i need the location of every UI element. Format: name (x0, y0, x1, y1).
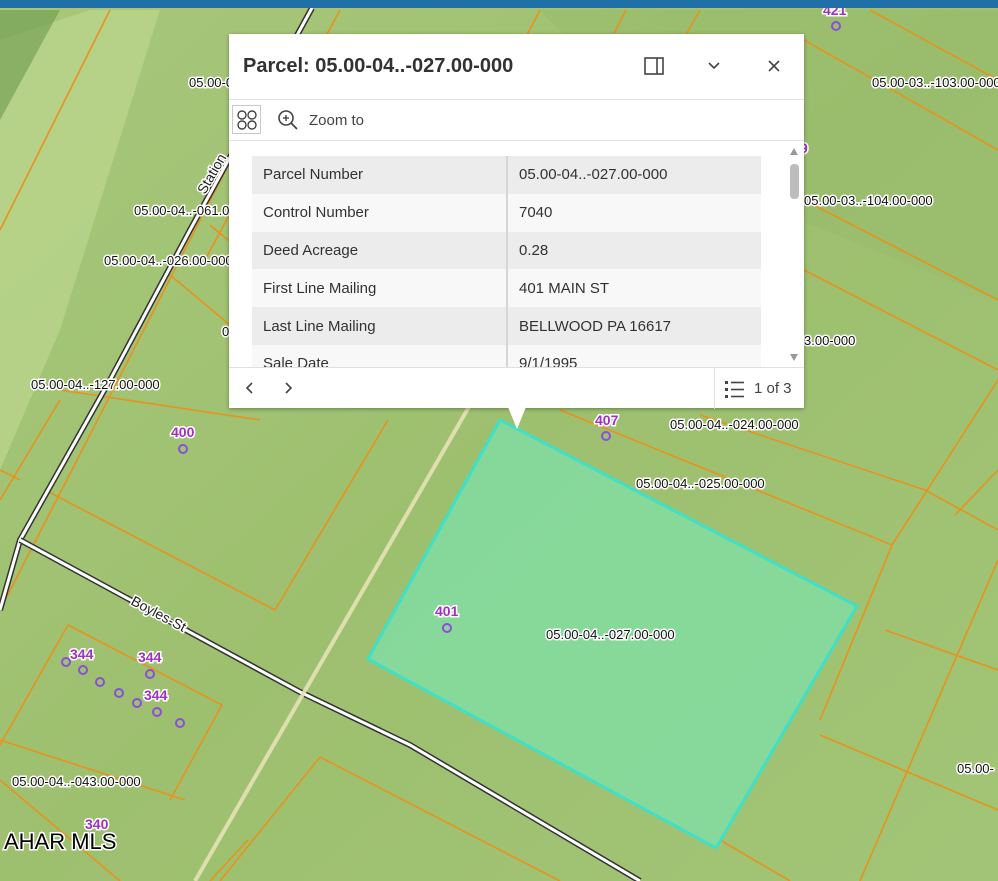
zoom-to-button[interactable]: Zoom to (277, 109, 364, 131)
field-label: Sale Date (252, 344, 508, 367)
parcel-popup: Parcel: 05.00-04..-027.00-000 Zoom to Pa… (229, 34, 804, 409)
chevron-left-icon (245, 382, 253, 394)
feature-list-button[interactable]: 1 of 3 (714, 368, 804, 409)
scroll-up-icon[interactable] (790, 148, 798, 155)
pagination-text: 1 of 3 (754, 380, 792, 397)
chevron-right-icon (285, 382, 293, 394)
table-row: Deed Acreage 0.28 (252, 231, 761, 270)
previous-feature-button[interactable] (239, 378, 259, 398)
attribute-table: Parcel Number 05.00-04..-027.00-000 Cont… (252, 156, 761, 367)
scrollbar-thumb[interactable] (790, 164, 799, 199)
popup-pointer (508, 407, 526, 429)
field-value: 9/1/1995 (507, 344, 761, 367)
parcel-label: 05.00-04..-026.00-000 (104, 253, 233, 268)
attribute-table-container[interactable]: Parcel Number 05.00-04..-027.00-000 Cont… (229, 141, 804, 367)
table-row: First Line Mailing 401 MAIN ST (252, 269, 761, 308)
table-row: Last Line Mailing BELLWOOD PA 16617 (252, 307, 761, 345)
next-feature-button[interactable] (279, 378, 299, 398)
dock-icon (644, 57, 664, 75)
popup-footer: 1 of 3 (229, 367, 804, 409)
top-header-bar (0, 0, 998, 8)
chevron-down-icon (708, 62, 720, 70)
field-label: First Line Mailing (252, 269, 508, 308)
address-label: 407 (595, 412, 619, 428)
field-value: 401 MAIN ST (507, 269, 761, 308)
parcel-label: 05.00-04..-024.00-000 (670, 417, 799, 432)
parcel-label: 05.00-04..-027.00-000 (546, 627, 675, 642)
parcel-label: 05.00-03..-103.00-000 (872, 75, 998, 90)
field-label: Deed Acreage (252, 231, 508, 270)
field-value: 05.00-04..-027.00-000 (507, 156, 761, 194)
parcel-label: 05.00-03..-104.00-000 (804, 193, 933, 208)
parcel-label: 05.00-0 (189, 75, 233, 90)
parcel-label: 05.00-04..-127.00-000 (31, 377, 160, 392)
collapse-button[interactable] (700, 52, 728, 80)
parcel-label: 05.00-04..-043.00-000 (12, 774, 141, 789)
field-value: 0.28 (507, 231, 761, 270)
field-label: Parcel Number (252, 156, 508, 194)
table-row: Parcel Number 05.00-04..-027.00-000 (252, 156, 761, 194)
address-label: 344 (144, 687, 168, 703)
parcel-label: 05.00-04..-061.0 (134, 203, 229, 218)
zoom-to-label: Zoom to (309, 111, 365, 129)
table-row: Sale Date 9/1/1995 (252, 344, 761, 367)
close-icon (768, 60, 780, 72)
scroll-down-icon[interactable] (790, 354, 798, 361)
popup-actions-bar: Zoom to (229, 100, 804, 141)
popup-header: Parcel: 05.00-04..-027.00-000 (229, 34, 804, 100)
field-label: Control Number (252, 193, 508, 232)
parcel-label: 3.00-000 (804, 333, 855, 348)
parcel-label: 05.00-04..-025.00-000 (636, 476, 765, 491)
scrollbar[interactable] (788, 147, 800, 362)
mls-watermark: AHAR MLS (4, 829, 116, 854)
list-icon (725, 380, 744, 398)
actions-menu-button[interactable] (232, 105, 261, 134)
address-label: 401 (435, 603, 459, 619)
table-row: Control Number 7040 (252, 193, 761, 232)
address-label: 344 (138, 649, 162, 665)
parcel-label: 05.00- (957, 761, 994, 776)
field-value: BELLWOOD PA 16617 (507, 307, 761, 345)
field-value: 7040 (507, 193, 761, 232)
field-label: Last Line Mailing (252, 307, 508, 345)
popup-title: Parcel: 05.00-04..-027.00-000 (243, 55, 514, 77)
close-button[interactable] (760, 52, 788, 80)
address-label: 344 (70, 646, 94, 662)
action-grid-icon (236, 109, 257, 130)
dock-button[interactable] (640, 52, 668, 80)
address-label: 400 (171, 424, 195, 440)
zoom-in-icon (278, 110, 298, 130)
